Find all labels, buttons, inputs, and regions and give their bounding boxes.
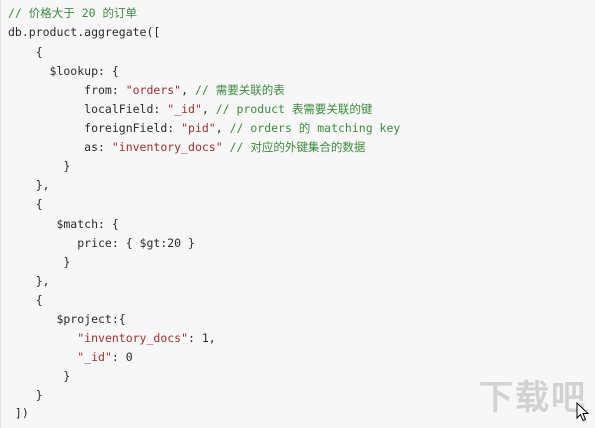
- code-line: {: [8, 197, 43, 211]
- code-line: ]): [8, 406, 29, 420]
- code-token: ,: [215, 121, 230, 135]
- code-token: // 价格大于 20 的订单: [8, 6, 137, 20]
- code-line: },: [8, 178, 50, 192]
- code-token: ,: [181, 83, 195, 97]
- code-token: localField:: [8, 102, 168, 116]
- code-token: ,: [201, 102, 216, 116]
- code-token: "_id": [167, 102, 202, 116]
- code-line: localField: "_id", // product 表需要关联的键: [8, 102, 372, 116]
- code-token: db.product.aggregate([: [8, 25, 161, 39]
- code-line: $lookup: {: [8, 64, 119, 78]
- watermark-logo: 下载吧: [467, 370, 587, 422]
- code-line: "inventory_docs": 1,: [8, 331, 216, 345]
- code-token: // product 表需要关联的键: [215, 102, 373, 116]
- code-token: "pid": [181, 121, 216, 135]
- code-token: }: [8, 388, 43, 402]
- code-token: price: { $gt:20 }: [8, 236, 195, 250]
- code-token: },: [8, 178, 50, 192]
- code-block: // 价格大于 20 的订单 db.product.aggregate([ { $…: [0, 0, 595, 428]
- code-line: },: [8, 274, 50, 288]
- code-token: // 需要关联的表: [194, 83, 285, 97]
- code-line: db.product.aggregate([: [8, 25, 160, 39]
- code-line: }: [8, 388, 43, 402]
- code-line: // 价格大于 20 的订单: [8, 6, 137, 20]
- code-line: "_id": 0: [8, 350, 133, 364]
- code-token: "orders": [125, 83, 182, 97]
- code-token: }: [8, 159, 71, 173]
- code-token: }: [8, 255, 71, 269]
- code-line: }: [8, 159, 70, 173]
- code-token: "inventory_docs": [77, 331, 189, 345]
- code-line: {: [8, 293, 43, 307]
- code-token: : 1,: [188, 331, 216, 345]
- code-token: "inventory_docs": [111, 140, 223, 154]
- code-token: {: [8, 45, 43, 59]
- code-line: from: "orders", // 需要关联的表: [8, 83, 285, 97]
- code-token: {: [8, 197, 43, 211]
- code-token: // orders 的 matching key: [229, 121, 401, 135]
- mouse-cursor-icon: [576, 402, 590, 422]
- code-line: price: { $gt:20 }: [8, 236, 195, 250]
- code-token: ]): [8, 406, 29, 420]
- code-line: }: [8, 369, 70, 383]
- code-token: foreignField:: [8, 121, 182, 135]
- code-token: : 0: [111, 350, 133, 364]
- code-token: {: [8, 293, 43, 307]
- code-token: from:: [8, 83, 126, 97]
- code-token: $match: {: [8, 217, 119, 231]
- code-line: }: [8, 255, 70, 269]
- code-token: $project:{: [8, 312, 126, 326]
- watermark-text: 下载吧: [479, 378, 587, 418]
- code-line: as: "inventory_docs" // 对应的外键集合的数据: [8, 140, 365, 154]
- code-token: "_id": [77, 350, 112, 364]
- code-line: {: [8, 45, 43, 59]
- code-line: foreignField: "pid", // orders 的 matchin…: [8, 121, 400, 135]
- code-token: $lookup: {: [8, 64, 119, 78]
- code-token: }: [8, 369, 71, 383]
- code-line: $match: {: [8, 217, 119, 231]
- code-line: $project:{: [8, 312, 126, 326]
- code-token: },: [8, 274, 50, 288]
- code-token: // 对应的外键集合的数据: [229, 140, 366, 154]
- code-token: as:: [8, 140, 112, 154]
